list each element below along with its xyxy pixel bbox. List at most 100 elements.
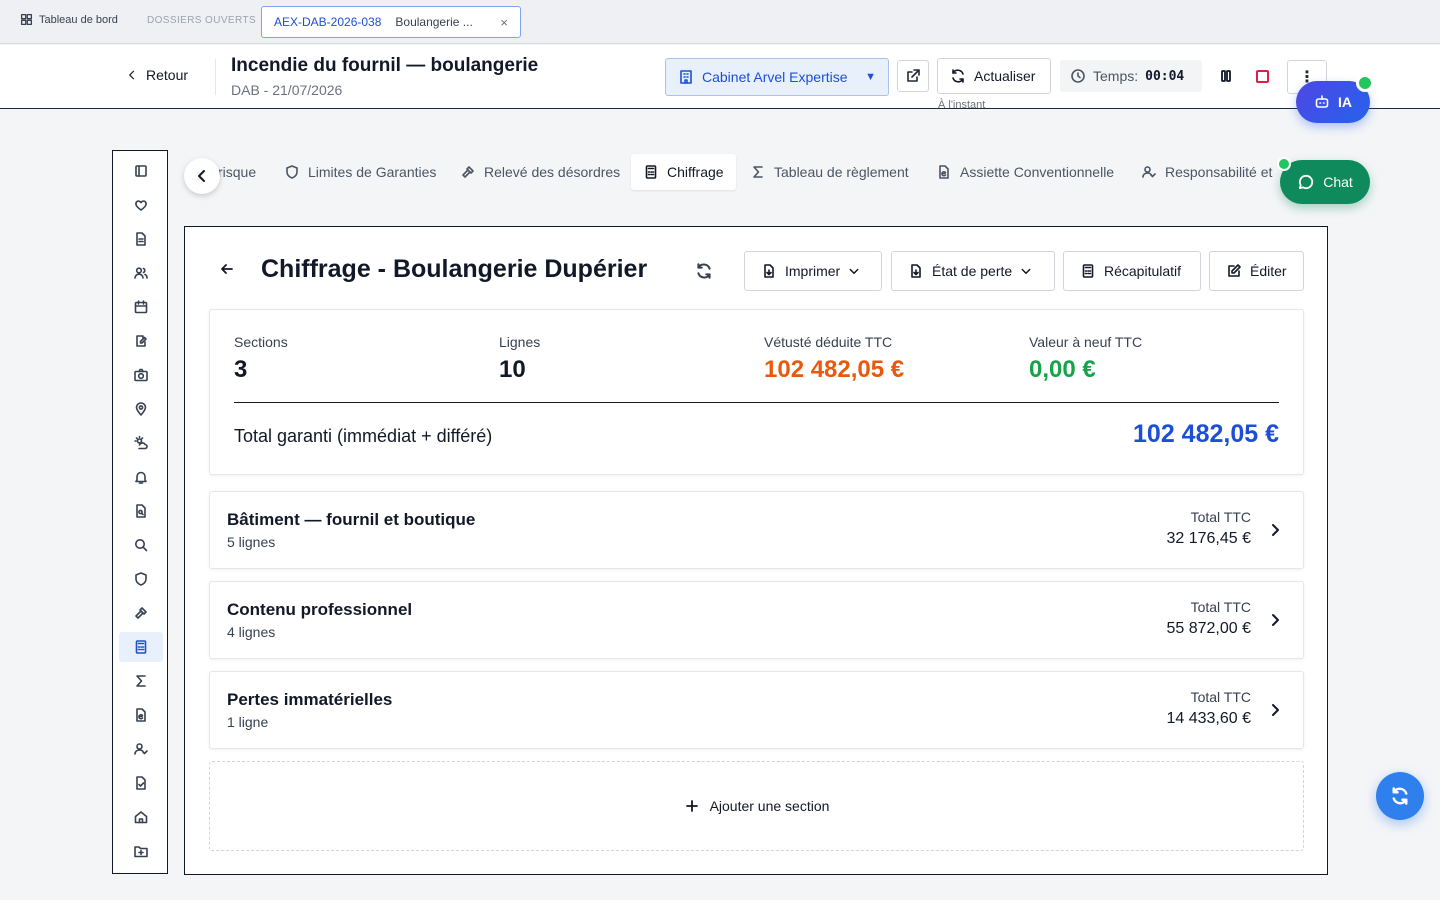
- add-section-button[interactable]: Ajouter une section: [209, 761, 1304, 851]
- close-icon[interactable]: ×: [500, 15, 508, 30]
- refresh-button[interactable]: Actualiser: [937, 58, 1051, 94]
- section-total-value: 32 176,45 €: [1166, 530, 1251, 547]
- rail-item-user-check[interactable]: [119, 734, 163, 764]
- rail-item-map-pin[interactable]: [119, 394, 163, 424]
- edit-button[interactable]: Éditer: [1209, 251, 1304, 291]
- open-external-button[interactable]: [897, 60, 929, 92]
- tab-label: Relevé des désordres: [484, 164, 621, 180]
- tab-tableau-reglement[interactable]: Tableau de règlement: [738, 154, 921, 190]
- timer: Temps: 00:04: [1060, 60, 1202, 92]
- users-icon: [134, 267, 148, 279]
- stat-valeur-neuf: Valeur à neuf TTC 0,00 €: [1029, 334, 1142, 384]
- tabs-scroll-left-button[interactable]: [184, 158, 220, 194]
- chevron-down-icon: [1021, 268, 1031, 274]
- rail-item-search[interactable]: [119, 530, 163, 560]
- rail-item-folder-plus[interactable]: [119, 836, 163, 866]
- file-tab[interactable]: AEX-DAB-2026-038 Boulangerie ... ×: [261, 6, 521, 38]
- tab-limites-garanties[interactable]: Limites de Garanties: [272, 154, 448, 190]
- rail-item-camera[interactable]: [119, 360, 163, 390]
- section-card-batiment[interactable]: Bâtiment — fournil et boutique 5 lignes …: [209, 491, 1304, 569]
- rail-item-hammer[interactable]: [119, 598, 163, 628]
- calculator-icon: [645, 165, 657, 179]
- sync-icon: [1392, 787, 1408, 805]
- section-total-value: 14 433,60 €: [1166, 710, 1251, 727]
- section-count: 4 lignes: [227, 624, 276, 640]
- totals-summary: Sections 3 Lignes 10 Vétusté déduite TTC…: [209, 309, 1304, 475]
- section-name: Bâtiment — fournil et boutique: [227, 510, 476, 529]
- summary-button[interactable]: Récapitulatif: [1063, 251, 1201, 291]
- search-icon: [135, 539, 148, 552]
- tab-label: Tableau de règlement: [774, 164, 909, 180]
- edit-icon: [1228, 264, 1241, 277]
- total-guaranteed-label: Total garanti (immédiat + différé): [234, 426, 493, 446]
- loss-state-button[interactable]: État de perte: [891, 251, 1055, 291]
- sigma-icon: [136, 675, 146, 687]
- section-card-contenu[interactable]: Contenu professionnel 4 lignes Total TTC…: [209, 581, 1304, 659]
- shield-icon: [286, 165, 298, 179]
- chat-button[interactable]: Chat: [1280, 160, 1370, 204]
- panel-back-button[interactable]: [219, 261, 235, 277]
- rail-item-shield[interactable]: [119, 564, 163, 594]
- chevron-right-icon: [1267, 612, 1283, 628]
- timer-value: 00:04: [1145, 68, 1185, 84]
- rail-item-file-euro[interactable]: [119, 700, 163, 730]
- chevron-left-icon: [129, 70, 135, 80]
- edit-label: Éditer: [1250, 263, 1287, 279]
- panel-title: Chiffrage - Boulangerie Dupérier: [261, 255, 648, 283]
- print-button[interactable]: Imprimer: [744, 251, 882, 291]
- section-tabs: risque Limites de Garanties Relevé des d…: [184, 150, 1286, 194]
- section-card-pertes[interactable]: Pertes immatérielles 1 ligne Total TTC 1…: [209, 671, 1304, 749]
- rail-item-file-check[interactable]: [119, 768, 163, 798]
- loss-state-label: État de perte: [932, 263, 1013, 279]
- section-name: Contenu professionnel: [227, 600, 413, 619]
- tab-label: Assiette Conventionnelle: [960, 164, 1115, 180]
- rail-item-bell[interactable]: [119, 462, 163, 492]
- total-guaranteed-value: 102 482,05 €: [1133, 420, 1279, 448]
- rail-item-calculator[interactable]: [119, 632, 163, 662]
- chevron-left-icon: [198, 170, 205, 182]
- dashboard-tab[interactable]: Tableau de bord: [20, 13, 118, 26]
- tab-releve-desordres[interactable]: Relevé des désordres: [448, 154, 632, 190]
- tab-assiette-conventionnelle[interactable]: Assiette Conventionnelle: [924, 154, 1126, 190]
- heart-icon: [135, 200, 147, 211]
- rail-item-calendar[interactable]: [119, 292, 163, 322]
- rail-item-home[interactable]: [119, 802, 163, 832]
- back-button[interactable]: Retour: [126, 67, 188, 83]
- section-rail: [112, 150, 168, 874]
- rail-item-edit-note[interactable]: [119, 326, 163, 356]
- section-total-label: Total TTC: [1190, 509, 1251, 525]
- rail-item-sidebar-toggle[interactable]: [119, 156, 163, 186]
- page-title: Incendie du fournil — boulangerie: [231, 55, 539, 76]
- sidebar-toggle-icon: [135, 165, 147, 177]
- stat-lines: Lignes 10: [499, 334, 540, 384]
- clock-icon: [1071, 69, 1085, 83]
- sigma-icon: [753, 166, 763, 178]
- stop-button[interactable]: [1249, 63, 1275, 89]
- panel-refresh-button[interactable]: [695, 262, 713, 280]
- caret-down-icon: ▼: [865, 71, 876, 83]
- tab-label: Chiffrage: [667, 164, 724, 180]
- sync-fab-button[interactable]: [1376, 772, 1424, 820]
- building-icon: [680, 70, 692, 84]
- tab-responsabilite[interactable]: Responsabilité et: [1129, 154, 1284, 190]
- tab-chiffrage[interactable]: Chiffrage: [631, 154, 736, 190]
- timer-label: Temps:: [1093, 68, 1139, 84]
- weather-icon: [134, 435, 148, 450]
- robot-icon: [1315, 95, 1329, 108]
- divider: [215, 59, 216, 95]
- page-subtitle: DAB - 21/07/2026: [231, 82, 343, 98]
- stat-value: 102 482,05 €: [764, 356, 905, 383]
- pause-button[interactable]: [1213, 63, 1239, 89]
- rail-item-document[interactable]: [119, 224, 163, 254]
- rail-item-users[interactable]: [119, 258, 163, 288]
- tab-label: Responsabilité et: [1165, 164, 1273, 180]
- rail-item-heart[interactable]: [119, 190, 163, 220]
- map-pin-icon: [135, 402, 147, 416]
- plus-icon: [685, 800, 698, 812]
- rail-item-file-search[interactable]: [119, 496, 163, 526]
- rail-item-sigma[interactable]: [119, 666, 163, 696]
- open-files-label: DOSSIERS OUVERTS: [147, 15, 257, 26]
- tab-label: risque: [218, 164, 257, 180]
- rail-item-weather[interactable]: [119, 428, 163, 458]
- cabinet-select[interactable]: Cabinet Arvel Expertise ▼: [665, 58, 889, 96]
